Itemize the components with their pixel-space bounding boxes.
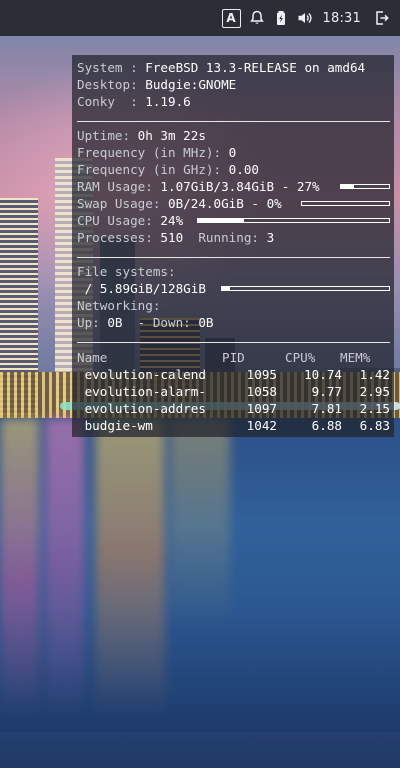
process-mem: 6.83 <box>359 418 390 433</box>
divider <box>77 342 390 343</box>
desktop-label: Desktop: <box>77 77 146 92</box>
swap-value: 0B/24.0GiB - 0% <box>168 196 282 211</box>
net-down-label: - Down: <box>122 315 199 330</box>
logout-icon <box>376 11 389 25</box>
process-row: evolution-alarm- 1058 9.77 2.95 <box>77 383 390 400</box>
process-header-pid: PID <box>222 350 245 365</box>
networking-header: Networking: <box>77 297 390 314</box>
process-pid: 1097 <box>246 401 277 416</box>
cpu-label: CPU Usage: <box>77 213 161 228</box>
conky-version-row: Conky : 1.19.6 <box>77 93 390 110</box>
desktop-value: Budgie:GNOME <box>145 77 237 92</box>
process-name: evolution-calend <box>77 367 206 382</box>
process-pid: 1095 <box>246 367 277 382</box>
net-down-value: 0B <box>198 315 214 330</box>
frequency-mhz-value: 0 <box>228 145 237 160</box>
cpu-usage-bar <box>197 218 390 223</box>
wallpaper-reflection <box>0 418 40 718</box>
process-table-header: Name PID CPU% MEM% <box>77 349 390 366</box>
processes-row: Processes: 510 Running: 3 <box>77 229 390 246</box>
keyboard-layout-button[interactable]: A <box>221 0 245 36</box>
battery-icon <box>276 11 285 25</box>
ram-value: 1.07GiB/3.84GiB - 27% <box>160 179 320 194</box>
process-mem: 1.42 <box>359 367 390 382</box>
processes-value: 510 <box>160 230 184 245</box>
volume-button[interactable] <box>293 0 317 36</box>
uptime-value: 0h 3m 22s <box>137 128 206 143</box>
notifications-icon <box>249 10 264 24</box>
uptime-label: Uptime: <box>77 128 138 143</box>
filesystem-root-bar <box>221 286 390 291</box>
process-cpu: 9.77 <box>311 384 342 399</box>
process-name: evolution-addres <box>77 401 206 416</box>
notifications-button[interactable] <box>245 0 269 36</box>
running-label: Running: <box>183 230 267 245</box>
process-name: budgie-wm <box>77 418 153 433</box>
conky-label: Conky : <box>77 94 146 109</box>
frequency-ghz-label: Frequency (in GHz): <box>77 162 229 177</box>
system-tray: A 18:31 <box>221 0 400 36</box>
wallpaper-reflection <box>170 418 230 718</box>
divider <box>77 257 390 258</box>
filesystems-header: File systems: <box>77 263 390 280</box>
cpu-value: 24% <box>160 213 184 228</box>
process-cpu: 7.81 <box>311 401 342 416</box>
ram-usage-bar <box>340 184 390 189</box>
ram-usage-bar-fill <box>341 185 354 188</box>
process-mem: 2.95 <box>359 384 390 399</box>
running-value: 3 <box>266 230 275 245</box>
net-up-value: 0B <box>107 315 123 330</box>
swap-usage-bar <box>301 201 390 206</box>
logout-button[interactable] <box>370 0 394 36</box>
ram-label: RAM Usage: <box>77 179 161 194</box>
filesystem-root-bar-fill <box>222 287 230 290</box>
networking-row: Up: 0B - Down: 0B <box>77 314 390 331</box>
process-mem: 2.15 <box>359 401 390 416</box>
process-pid: 1042 <box>246 418 277 433</box>
cpu-usage-bar-fill <box>198 219 244 222</box>
process-pid: 1058 <box>246 384 277 399</box>
frequency-ghz-row: Frequency (in GHz): 0.00 <box>77 161 390 178</box>
uptime-row: Uptime: 0h 3m 22s <box>77 127 390 144</box>
battery-button[interactable] <box>269 0 293 36</box>
frequency-mhz-row: Frequency (in MHz): 0 <box>77 144 390 161</box>
system-row: System : FreeBSD 13.3-RELEASE on amd64 <box>77 59 390 76</box>
conky-widget: System : FreeBSD 13.3-RELEASE on amd64 D… <box>72 55 394 437</box>
process-row: evolution-calend 1095 10.74 1.42 <box>77 366 390 383</box>
divider <box>77 121 390 122</box>
volume-icon <box>298 12 311 24</box>
clock: 18:31 <box>322 10 361 26</box>
system-label: System : <box>77 60 146 75</box>
process-cpu: 10.74 <box>304 367 342 382</box>
process-cpu: 6.88 <box>311 418 342 433</box>
filesystem-root-value: / 5.89GiB/128GiB <box>77 281 206 296</box>
process-header-name: Name <box>77 350 108 365</box>
process-name: evolution-alarm- <box>77 384 206 399</box>
networking-label: Networking: <box>77 298 161 313</box>
frequency-ghz-value: 0.00 <box>228 162 259 177</box>
process-row: evolution-addres 1097 7.81 2.15 <box>77 400 390 417</box>
conky-version-value: 1.19.6 <box>145 94 191 109</box>
system-value: FreeBSD 13.3-RELEASE on amd64 <box>145 60 366 75</box>
clock-button[interactable]: 18:31 <box>317 0 370 36</box>
keyboard-layout-icon: A <box>221 8 241 28</box>
net-up-label: Up: <box>77 315 108 330</box>
processes-label: Processes: <box>77 230 161 245</box>
swap-label: Swap Usage: <box>77 196 168 211</box>
frequency-mhz-label: Frequency (in MHz): <box>77 145 229 160</box>
process-header-mem: MEM% <box>340 350 371 365</box>
process-header-cpu: CPU% <box>285 350 316 365</box>
filesystems-label: File systems: <box>77 264 176 279</box>
top-panel: A 18:31 <box>0 0 400 36</box>
process-row: budgie-wm 1042 6.88 6.83 <box>77 417 390 434</box>
desktop-row: Desktop: Budgie:GNOME <box>77 76 390 93</box>
